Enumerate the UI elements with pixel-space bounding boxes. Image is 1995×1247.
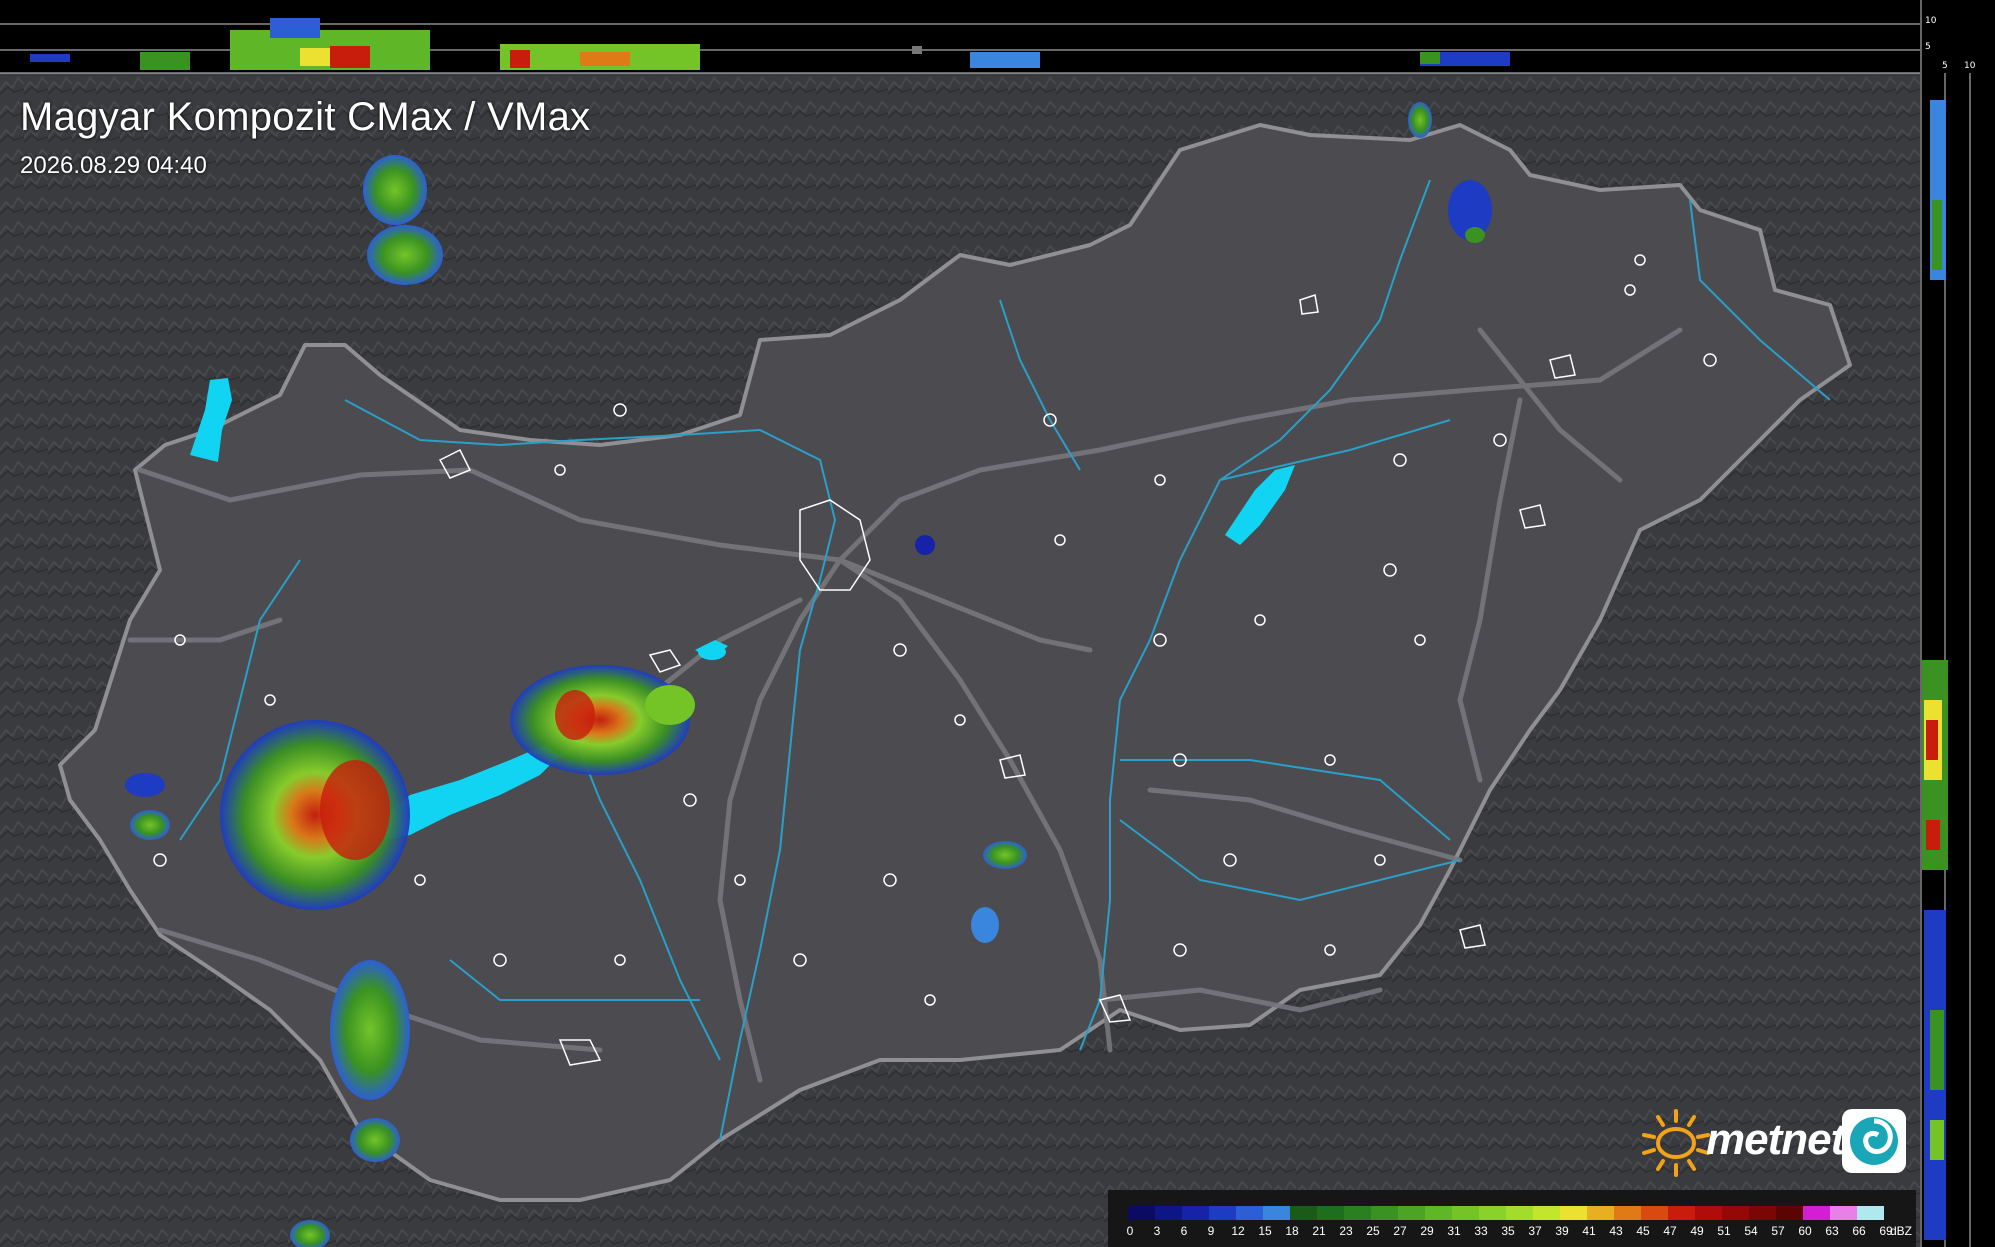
legend-value-label: 25 — [1366, 1224, 1380, 1238]
legend-unit: dBZ — [1889, 1224, 1912, 1238]
top-scale-label-10: 10 — [1925, 16, 1937, 26]
top-scale-label-5: 5 — [1925, 42, 1931, 52]
legend-value-label: 31 — [1447, 1224, 1461, 1238]
right-scale-label-5: 5 — [1942, 61, 1948, 71]
legend-swatch — [1803, 1206, 1830, 1220]
legend-value-label: 39 — [1555, 1224, 1569, 1238]
legend-value-label: 41 — [1582, 1224, 1596, 1238]
legend-value-label: 66 — [1852, 1224, 1866, 1238]
top-profile-strip — [0, 0, 1920, 74]
map-timestamp: 2026.08.29 04:40 — [20, 152, 207, 179]
legend-value-label: 35 — [1501, 1224, 1515, 1238]
legend-value-label: 33 — [1474, 1224, 1488, 1238]
legend-color-bar — [1128, 1206, 1884, 1220]
legend-swatch — [1371, 1206, 1398, 1220]
legend-swatch — [1452, 1206, 1479, 1220]
legend-swatch — [1263, 1206, 1290, 1220]
legend-swatch — [1479, 1206, 1506, 1220]
radar-map[interactable] — [0, 0, 1995, 1247]
legend-swatch — [1317, 1206, 1344, 1220]
legend-swatch — [1128, 1206, 1155, 1220]
legend-swatch — [1776, 1206, 1803, 1220]
legend-value-label: 3 — [1153, 1224, 1161, 1238]
legend-swatch — [1344, 1206, 1371, 1220]
legend-swatch — [1830, 1206, 1857, 1220]
legend-value-label: 15 — [1258, 1224, 1272, 1238]
legend-value-label: 27 — [1393, 1224, 1407, 1238]
legend-swatch — [1290, 1206, 1317, 1220]
legend-value-labels: 0 3 6 9 12 15 18 21 23 25 27 29 31 33 35 37 39 41 43 45 47 49… — [1126, 1224, 1908, 1240]
right-profile-strip — [1920, 0, 1995, 1247]
dbz-color-legend: 0 3 6 9 12 15 18 21 23 25 27 29 31 33 35 37 39 41 43 45 47 49… — [1108, 1190, 1916, 1247]
legend-value-label: 21 — [1312, 1224, 1326, 1238]
legend-swatch — [1668, 1206, 1695, 1220]
legend-value-label: 51 — [1717, 1224, 1731, 1238]
legend-value-label: 18 — [1285, 1224, 1299, 1238]
logo-text: metnet — [1706, 1115, 1845, 1164]
legend-value-label: 43 — [1609, 1224, 1623, 1238]
legend-value-label: 49 — [1690, 1224, 1704, 1238]
legend-swatch — [1533, 1206, 1560, 1220]
map-title: Magyar Kompozit CMax / VMax — [20, 95, 591, 139]
legend-value-label: 54 — [1744, 1224, 1758, 1238]
legend-value-label: 12 — [1231, 1224, 1245, 1238]
legend-value-label: 29 — [1420, 1224, 1434, 1238]
legend-value-label: 60 — [1798, 1224, 1812, 1238]
legend-value-label: 37 — [1528, 1224, 1542, 1238]
legend-swatch — [1641, 1206, 1668, 1220]
legend-value-label: 23 — [1339, 1224, 1353, 1238]
legend-value-label: 9 — [1207, 1224, 1215, 1238]
legend-swatch — [1425, 1206, 1452, 1220]
right-scale-label-10: 10 — [1964, 61, 1976, 71]
legend-swatch — [1722, 1206, 1749, 1220]
legend-value-label: 47 — [1663, 1224, 1677, 1238]
legend-value-label: 45 — [1636, 1224, 1650, 1238]
legend-swatch — [1695, 1206, 1722, 1220]
metnet-logo: metnet — [1636, 1105, 1911, 1180]
legend-swatch — [1749, 1206, 1776, 1220]
legend-value-label: 57 — [1771, 1224, 1785, 1238]
legend-swatch — [1587, 1206, 1614, 1220]
legend-swatch — [1560, 1206, 1587, 1220]
legend-swatch — [1236, 1206, 1263, 1220]
legend-swatch — [1182, 1206, 1209, 1220]
legend-value-label: 63 — [1825, 1224, 1839, 1238]
sun-icon — [1642, 1109, 1710, 1177]
legend-swatch — [1506, 1206, 1533, 1220]
legend-swatch — [1155, 1206, 1182, 1220]
legend-value-label: 0 — [1126, 1224, 1134, 1238]
legend-swatch — [1398, 1206, 1425, 1220]
legend-swatch — [1614, 1206, 1641, 1220]
swirl-icon — [1842, 1109, 1906, 1173]
legend-swatch — [1857, 1206, 1884, 1220]
legend-swatch — [1209, 1206, 1236, 1220]
legend-value-label: 6 — [1180, 1224, 1188, 1238]
